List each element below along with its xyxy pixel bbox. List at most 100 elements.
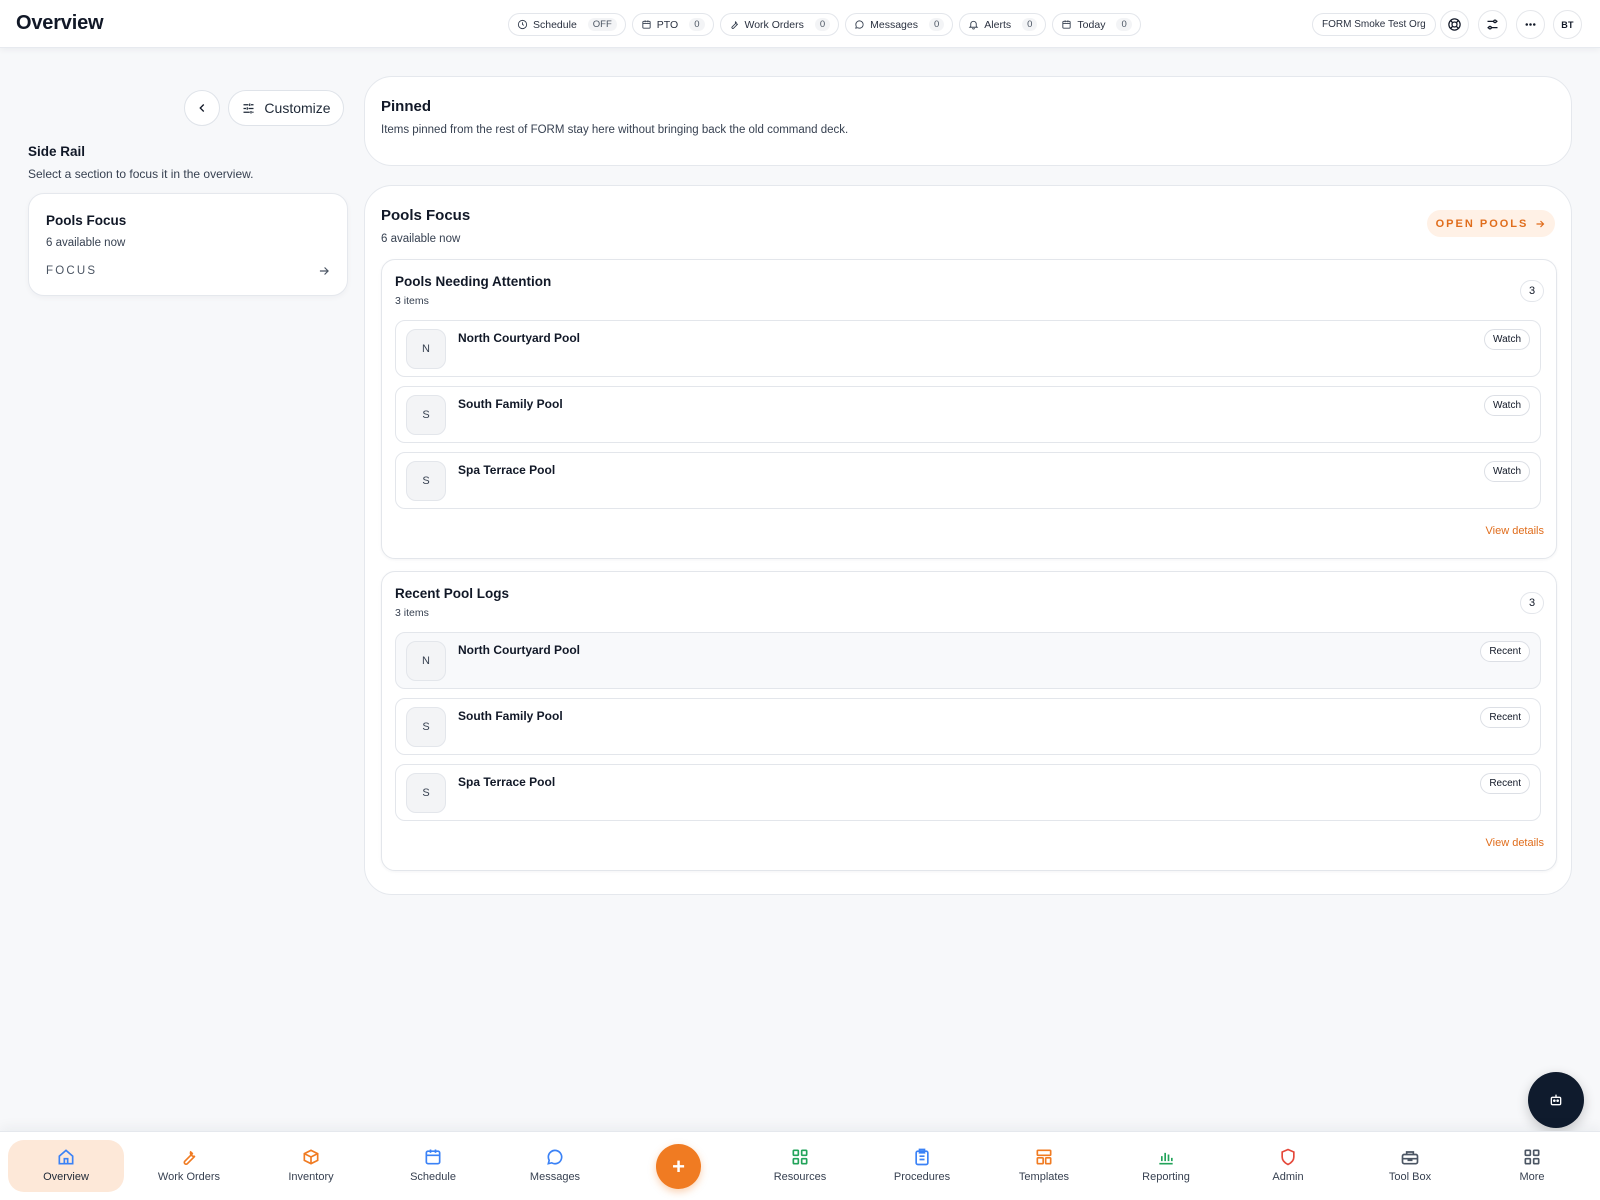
rail-card-pools-focus[interactable]: Pools Focus 6 available now FOCUS bbox=[28, 193, 348, 296]
chip-value: OFF bbox=[587, 18, 617, 31]
template-icon bbox=[1036, 1149, 1052, 1165]
status-badge: Watch bbox=[1484, 329, 1530, 350]
home-icon bbox=[58, 1149, 74, 1165]
chip-label: Work Orders bbox=[744, 18, 804, 31]
filters-button[interactable] bbox=[1478, 10, 1507, 39]
ellipsis-icon bbox=[1525, 23, 1536, 26]
chip-label: Today bbox=[1077, 18, 1106, 31]
nav-item-work-orders[interactable]: Work Orders bbox=[131, 1140, 247, 1192]
section-title: Recent Pool Logs bbox=[395, 586, 510, 601]
robot-icon bbox=[1550, 1094, 1562, 1106]
schedule-chip[interactable]: Schedule OFF bbox=[508, 13, 626, 36]
item-name: North Courtyard Pool bbox=[458, 331, 580, 345]
pto-chip[interactable]: PTO 0 bbox=[631, 13, 714, 36]
chip-value: 0 bbox=[1116, 18, 1132, 31]
chip-value: 0 bbox=[814, 18, 831, 31]
today-chip[interactable]: Today 0 bbox=[1052, 13, 1141, 36]
nav-item-messages[interactable]: Messages bbox=[497, 1140, 613, 1192]
nav-item-inventory[interactable]: Inventory bbox=[253, 1140, 369, 1192]
nav-label: Admin bbox=[1272, 1171, 1304, 1183]
list-item[interactable]: S Spa Terrace Pool Watch bbox=[395, 452, 1541, 509]
customize-label: Customize bbox=[264, 100, 331, 116]
chip-label: Alerts bbox=[984, 18, 1012, 31]
status-badge: Recent bbox=[1480, 773, 1530, 794]
nav-label: Resources bbox=[773, 1171, 827, 1183]
org-switcher[interactable]: FORM Smoke Test Org bbox=[1312, 13, 1436, 36]
collapse-rail-button[interactable] bbox=[184, 90, 220, 126]
item-initial: N bbox=[406, 641, 446, 681]
more-options-button[interactable] bbox=[1516, 10, 1545, 39]
item-initial: S bbox=[406, 395, 446, 435]
item-name: Spa Terrace Pool bbox=[458, 463, 556, 477]
chip-value: 0 bbox=[1022, 18, 1038, 31]
section-subtitle: 3 items bbox=[395, 607, 429, 619]
alerts-chip[interactable]: Alerts 0 bbox=[959, 13, 1047, 36]
messages-chip[interactable]: Messages 0 bbox=[845, 13, 954, 36]
chevron-left-icon bbox=[199, 104, 205, 112]
top-bar: Overview Schedule OFF PTO 0 Work Orders … bbox=[0, 0, 1600, 48]
quick-add-button[interactable]: + bbox=[656, 1144, 701, 1189]
clipboard-icon bbox=[915, 1148, 929, 1166]
arrow-right-icon[interactable] bbox=[317, 264, 331, 278]
message-icon bbox=[547, 1149, 563, 1165]
item-initial: S bbox=[406, 773, 446, 813]
bell-icon bbox=[969, 20, 979, 30]
rail-card-title: Pools Focus bbox=[46, 213, 127, 228]
bottom-nav: Overview Work Orders Inventory Schedule … bbox=[0, 1131, 1600, 1200]
nav-item-more[interactable]: More bbox=[1474, 1140, 1590, 1192]
view-details-link[interactable]: View details bbox=[1486, 525, 1545, 537]
status-badge: Recent bbox=[1480, 707, 1530, 728]
chip-label: Messages bbox=[870, 18, 918, 31]
nav-item-tool-box[interactable]: Tool Box bbox=[1352, 1140, 1468, 1192]
pinned-subtitle: Items pinned from the rest of FORM stay … bbox=[381, 124, 849, 136]
status-badge: Recent bbox=[1480, 641, 1530, 662]
nav-label: Tool Box bbox=[1388, 1171, 1432, 1183]
nav-item-procedures[interactable]: Procedures bbox=[864, 1140, 980, 1192]
nav-item-templates[interactable]: Templates bbox=[986, 1140, 1102, 1192]
grid-icon bbox=[792, 1149, 808, 1165]
open-pools-button[interactable]: OPEN POOLS bbox=[1427, 210, 1555, 237]
avatar[interactable]: BT bbox=[1553, 10, 1582, 39]
nav-item-overview[interactable]: Overview bbox=[8, 1140, 124, 1192]
assistant-button[interactable] bbox=[1528, 1072, 1584, 1128]
customize-button[interactable]: Customize bbox=[228, 90, 344, 126]
chip-label: Schedule bbox=[533, 18, 577, 31]
nav-item-reporting[interactable]: Reporting bbox=[1108, 1140, 1224, 1192]
list-item[interactable]: S South Family Pool Watch bbox=[395, 386, 1541, 443]
view-details-link[interactable]: View details bbox=[1486, 837, 1545, 849]
focus-action[interactable]: FOCUS bbox=[46, 265, 97, 277]
list-item[interactable]: N North Courtyard Pool Recent bbox=[395, 632, 1541, 689]
arrow-right-icon bbox=[1536, 220, 1545, 227]
nav-label: Work Orders bbox=[157, 1171, 221, 1183]
focus-subtitle: 6 available now bbox=[381, 233, 461, 245]
page-title: Overview bbox=[16, 12, 104, 34]
nav-label: Reporting bbox=[1142, 1171, 1190, 1183]
grid-icon bbox=[1524, 1149, 1540, 1165]
nav-label: Overview bbox=[43, 1171, 89, 1183]
section-recent-pool-logs: Recent Pool Logs 3 items 3 N North Court… bbox=[381, 571, 1557, 871]
nav-item-resources[interactable]: Resources bbox=[742, 1140, 858, 1192]
work-orders-chip[interactable]: Work Orders 0 bbox=[719, 13, 840, 36]
wrench-icon bbox=[730, 21, 738, 29]
nav-item-schedule[interactable]: Schedule bbox=[375, 1140, 491, 1192]
list-item[interactable]: N North Courtyard Pool Watch bbox=[395, 320, 1541, 377]
rail-subtitle: Select a section to focus it in the over… bbox=[28, 167, 254, 181]
item-name: North Courtyard Pool bbox=[458, 643, 580, 657]
nav-label: Templates bbox=[1018, 1171, 1070, 1183]
sliders-icon bbox=[1487, 19, 1498, 30]
package-icon bbox=[303, 1149, 319, 1165]
list-item[interactable]: S Spa Terrace Pool Recent bbox=[395, 764, 1541, 821]
lifebuoy-icon bbox=[1448, 18, 1461, 31]
status-badge: Watch bbox=[1484, 395, 1530, 416]
count-badge: 3 bbox=[1520, 592, 1544, 614]
nav-label: Inventory bbox=[288, 1171, 334, 1183]
help-button[interactable] bbox=[1440, 10, 1469, 39]
nav-label: Schedule bbox=[410, 1171, 456, 1183]
nav-item-admin[interactable]: Admin bbox=[1230, 1140, 1346, 1192]
item-name: Spa Terrace Pool bbox=[458, 775, 556, 789]
pinned-panel: Pinned Items pinned from the rest of FOR… bbox=[364, 76, 1572, 166]
list-item[interactable]: S South Family Pool Recent bbox=[395, 698, 1541, 755]
nav-label: Procedures bbox=[893, 1171, 951, 1183]
bar-chart-icon bbox=[1159, 1152, 1173, 1165]
status-badge: Watch bbox=[1484, 461, 1530, 482]
